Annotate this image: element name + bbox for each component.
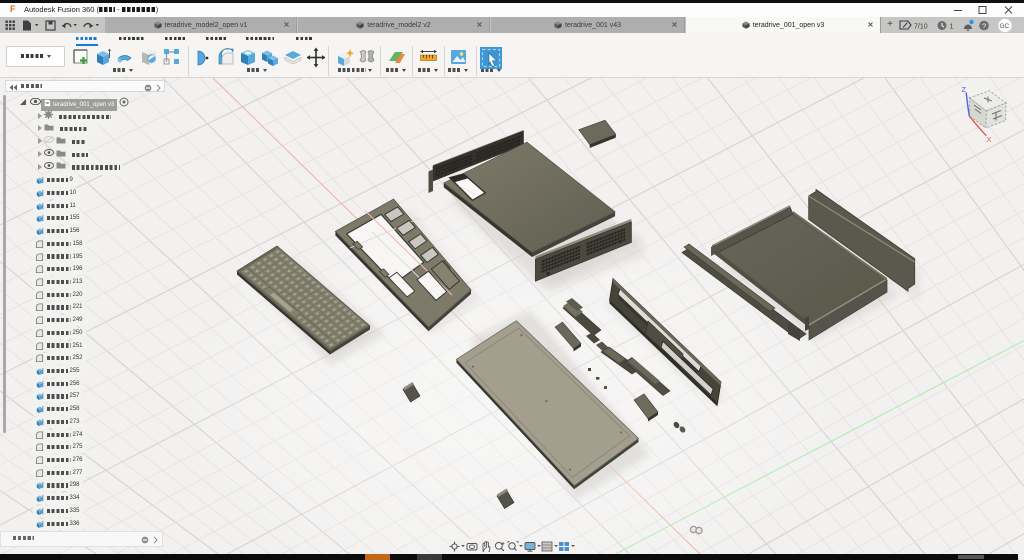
svg-text:?: ? — [982, 21, 986, 30]
svg-text:1: 1 — [950, 24, 954, 31]
svg-text:Z: Z — [962, 85, 967, 94]
svg-text:7/10: 7/10 — [914, 24, 928, 31]
svg-text:GC: GC — [1000, 23, 1010, 30]
svg-text:X: X — [987, 135, 992, 144]
